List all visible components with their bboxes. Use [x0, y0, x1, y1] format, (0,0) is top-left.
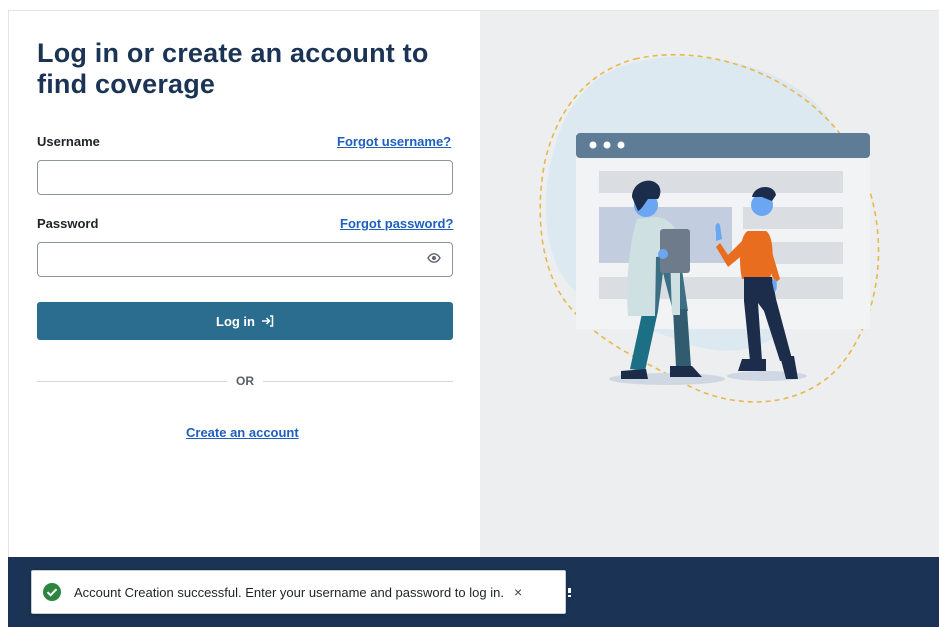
password-input[interactable] — [37, 242, 453, 277]
login-button-label: Log in — [216, 313, 255, 329]
username-label: Username — [37, 134, 100, 149]
success-check-icon — [43, 583, 61, 601]
divider-right — [263, 381, 453, 382]
eye-icon[interactable] — [427, 253, 441, 263]
username-input[interactable] — [37, 160, 453, 195]
close-icon[interactable]: × — [514, 584, 522, 600]
illustration-panel — [480, 11, 939, 557]
forgot-password-link[interactable]: Forgot password? — [340, 216, 453, 231]
create-account-link[interactable]: Create an account — [186, 425, 299, 440]
page: Log in or create an account to find cove… — [0, 0, 939, 627]
page-title: Log in or create an account to find cove… — [37, 38, 429, 99]
login-arrow-icon — [262, 315, 274, 327]
toast-message: Account Creation successful. Enter your … — [74, 584, 504, 600]
success-toast: Account Creation successful. Enter your … — [31, 570, 566, 614]
footer-logo-fragment — [568, 588, 571, 597]
forgot-username-link[interactable]: Forgot username? — [337, 134, 451, 149]
footer-fragment — [568, 588, 572, 602]
illustration — [539, 53, 880, 403]
divider-left — [37, 381, 227, 382]
divider-text: OR — [236, 374, 254, 388]
password-label: Password — [37, 216, 99, 231]
login-button[interactable]: Log in — [37, 302, 453, 340]
